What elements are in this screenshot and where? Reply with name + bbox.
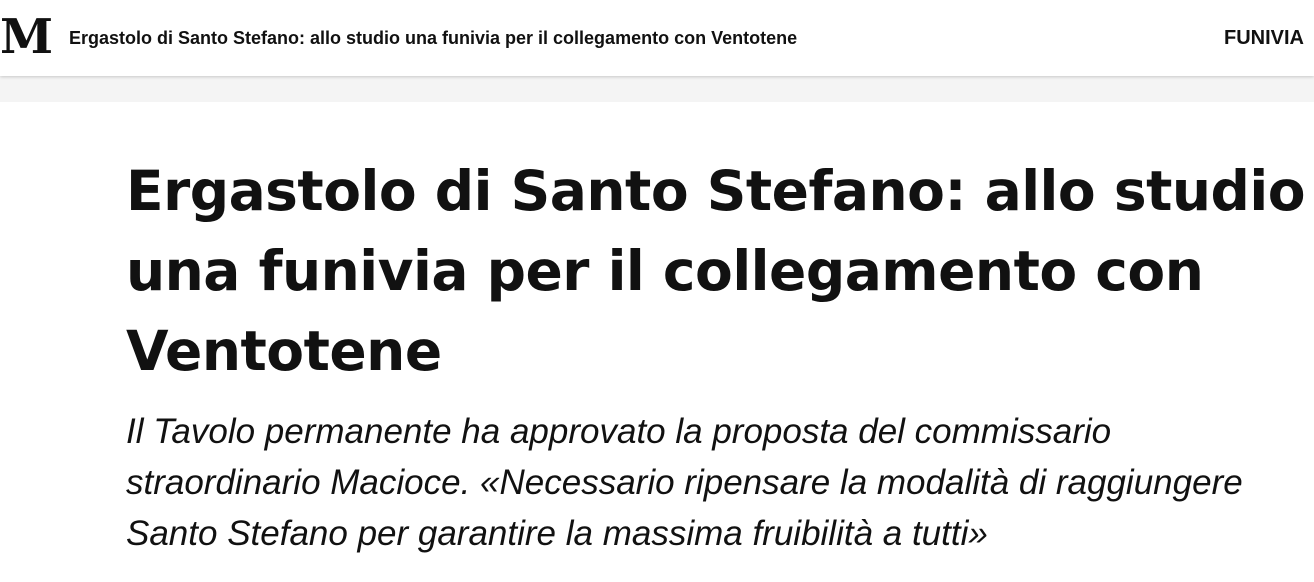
- section-link-funivia[interactable]: FUNIVIA: [1224, 24, 1304, 52]
- header-strip: [0, 76, 1314, 102]
- article-subtitle: Il Tavolo permanente ha approvato la pro…: [126, 412, 1243, 553]
- top-bar: M Ergastolo di Santo Stefano: allo studi…: [0, 0, 1314, 76]
- header-article-title: Ergastolo di Santo Stefano: allo studio …: [69, 28, 798, 48]
- article-headline: Ergastolo di Santo Stefano: allo studio …: [126, 159, 1306, 383]
- site-logo[interactable]: M: [0, 10, 53, 64]
